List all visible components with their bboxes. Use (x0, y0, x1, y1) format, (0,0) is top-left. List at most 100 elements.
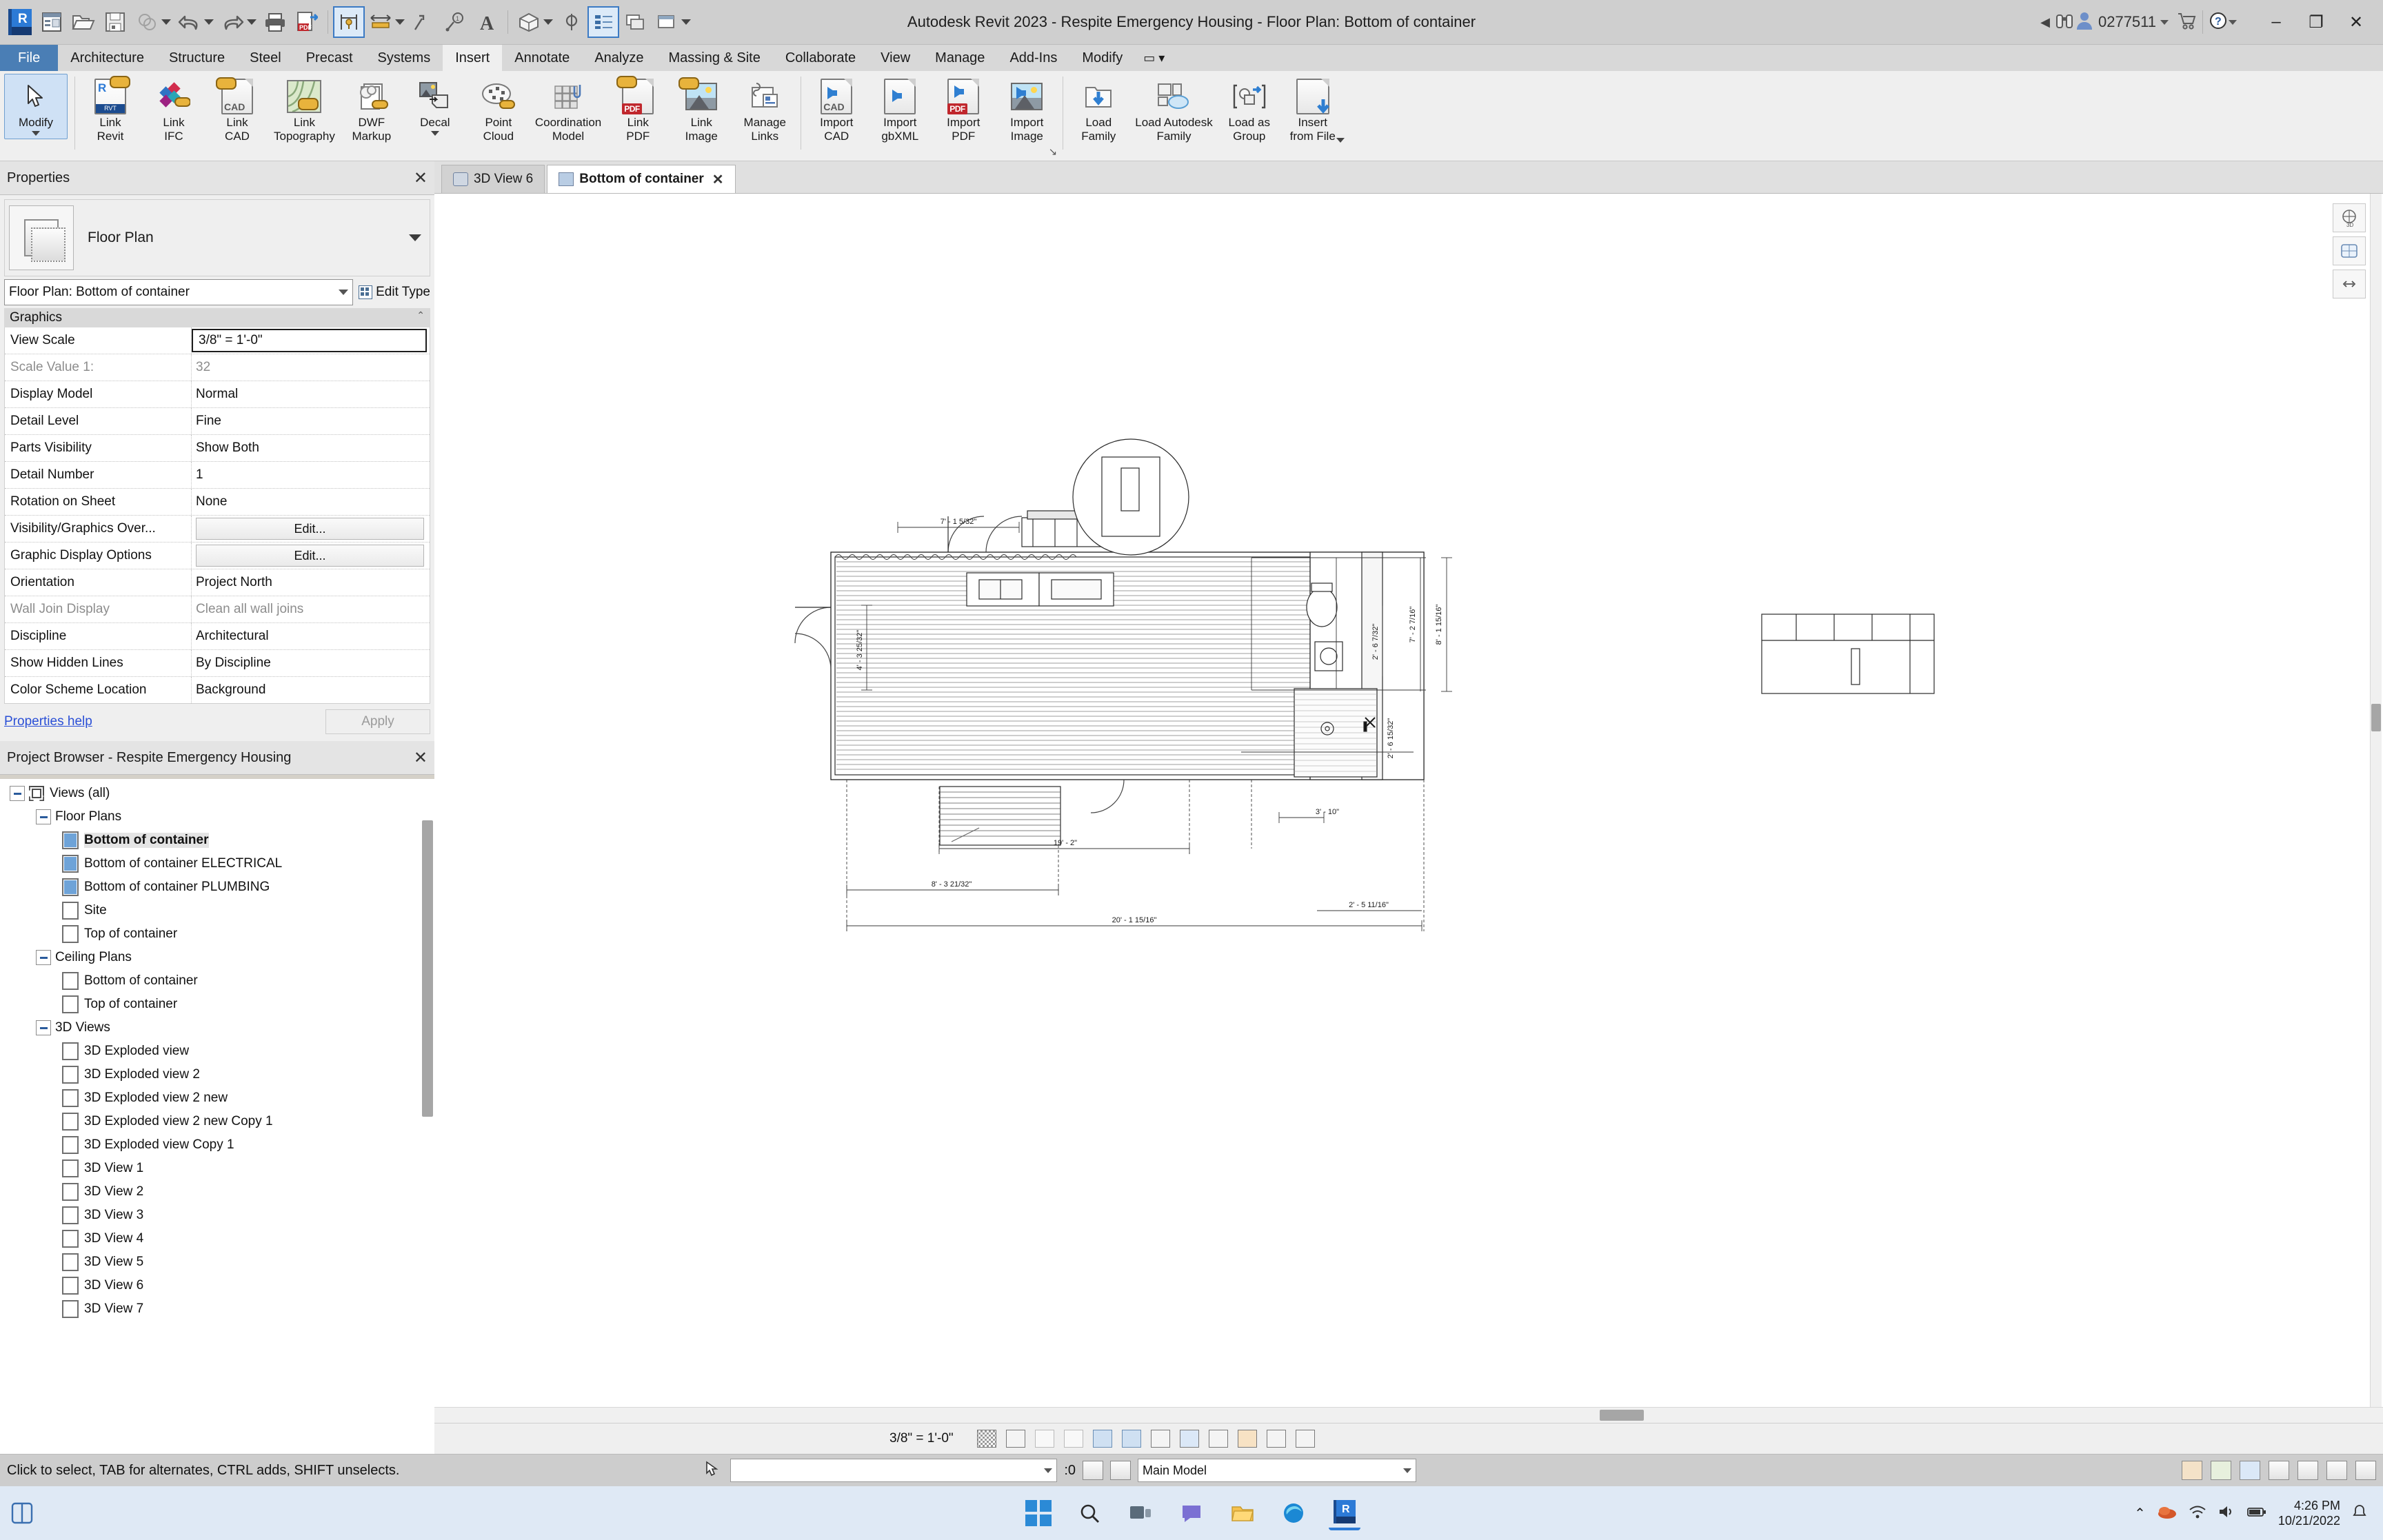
3d-dropdown-caret[interactable] (543, 19, 553, 25)
tab-analyze[interactable]: Analyze (582, 45, 656, 71)
section-icon[interactable] (556, 6, 587, 38)
analytical-model-icon[interactable] (1237, 1430, 1257, 1448)
tree-item[interactable]: 3D View 2 (0, 1180, 434, 1204)
tree-item[interactable]: 3D View 6 (0, 1274, 434, 1297)
property-row-parts-visibility[interactable]: Parts Visibility Show Both (5, 435, 430, 462)
edit-type-button[interactable]: Edit Type (359, 285, 430, 300)
load-family-button[interactable]: Load Family (1067, 74, 1130, 147)
tab-massing-site[interactable]: Massing & Site (656, 45, 772, 71)
gear-icon[interactable] (2297, 1461, 2318, 1480)
tab-structure[interactable]: Structure (157, 45, 237, 71)
property-value-detail-level[interactable]: Fine (192, 408, 430, 434)
export-pdf-icon[interactable]: PDF (291, 6, 323, 38)
filter-combo[interactable] (730, 1459, 1058, 1482)
property-row-graphic-display-options[interactable]: Graphic Display Options Edit... (5, 543, 430, 569)
property-row-discipline[interactable]: Discipline Architectural (5, 623, 430, 650)
import-group-dialog-launcher[interactable]: ↘ (1049, 145, 1058, 158)
property-value-view-scale[interactable]: 3/8" = 1'-0" (192, 329, 427, 352)
properties-close-icon[interactable]: ✕ (414, 168, 428, 188)
property-value-parts-visibility[interactable]: Show Both (192, 435, 430, 461)
save-icon[interactable] (99, 6, 131, 38)
load-autodesk-family-button[interactable]: Load Autodesk Family (1130, 74, 1217, 147)
tree-item[interactable]: 3D View 7 (0, 1297, 434, 1321)
tree-expander-icon[interactable] (10, 786, 25, 801)
type-preview-caret[interactable] (409, 234, 421, 241)
open-icon[interactable] (68, 6, 99, 38)
property-value-color-scheme-location[interactable]: Background (192, 677, 430, 703)
property-row-visibility-graphics[interactable]: Visibility/Graphics Over... Edit... (5, 516, 430, 543)
visibility-graphics-edit-button[interactable]: Edit... (196, 518, 424, 540)
modify-dropdown-caret[interactable] (32, 131, 40, 136)
tab-annotate[interactable]: Annotate (502, 45, 582, 71)
edge-browser-icon[interactable] (1278, 1497, 1309, 1529)
link-image-button[interactable]: Link Image (670, 74, 733, 147)
properties-help-link[interactable]: Properties help (4, 714, 92, 729)
user-dropdown-caret[interactable] (2160, 19, 2169, 25)
tree-item[interactable]: 3D View 4 (0, 1227, 434, 1250)
import-gbxml-button[interactable]: Import gbXML (868, 74, 932, 147)
print-icon[interactable] (259, 6, 291, 38)
file-explorer-icon[interactable] (1227, 1497, 1258, 1529)
tree-item[interactable]: Ceiling Plans (0, 946, 434, 969)
user-account-icon[interactable] (2075, 10, 2094, 34)
tree-item[interactable]: 3D Exploded view Copy 1 (0, 1133, 434, 1157)
viewcube-icon[interactable]: 3D (2333, 203, 2366, 232)
detail-level-icon[interactable] (976, 1430, 996, 1448)
constraints-icon[interactable] (1295, 1430, 1315, 1448)
sun-path-icon[interactable] (1034, 1430, 1054, 1448)
restore-button[interactable]: ❐ (2296, 0, 2336, 44)
scrollbar-thumb[interactable] (2371, 704, 2381, 731)
property-value-rotation-on-sheet[interactable]: None (192, 489, 430, 515)
filter-icon[interactable] (1083, 1461, 1103, 1480)
property-row-view-scale[interactable]: View Scale 3/8" = 1'-0" (5, 327, 430, 354)
tree-expander-icon[interactable] (36, 809, 51, 824)
import-cad-button[interactable]: CAD Import CAD (805, 74, 868, 147)
tree-expander-icon[interactable] (36, 950, 51, 965)
show-crop-region-icon[interactable] (1150, 1430, 1170, 1448)
crop-view-icon[interactable] (1121, 1430, 1141, 1448)
temporary-hide-isolate-icon[interactable] (1179, 1430, 1199, 1448)
text-icon[interactable]: A (471, 6, 503, 38)
tree-item[interactable]: 3D Exploded view 2 new Copy 1 (0, 1110, 434, 1133)
decal-button[interactable]: Decal (403, 74, 467, 139)
render-dialog-icon[interactable] (1092, 1430, 1112, 1448)
tree-item[interactable]: 3D Views (0, 1016, 434, 1040)
selection-icon[interactable] (1110, 1461, 1131, 1480)
tree-item[interactable]: Top of container (0, 993, 434, 1016)
tab-add-ins[interactable]: Add-Ins (997, 45, 1069, 71)
worksets-icon[interactable] (2326, 1461, 2347, 1480)
tree-item[interactable]: 3D View 3 (0, 1204, 434, 1227)
dimension-dropdown-caret[interactable] (395, 19, 405, 25)
tab-modify[interactable]: Modify (1069, 45, 1135, 71)
tree-item[interactable]: 3D Exploded view 2 (0, 1063, 434, 1086)
dwf-markup-button[interactable]: DWF Markup (340, 74, 403, 147)
aligned-dimension-icon[interactable] (365, 6, 396, 38)
link-cad-button[interactable]: CAD Link CAD (205, 74, 269, 147)
thin-lines-icon[interactable] (587, 6, 619, 38)
undo-icon[interactable] (174, 6, 205, 38)
tree-item[interactable]: Top of container (0, 922, 434, 946)
reveal-hidden-elements-icon[interactable] (1208, 1430, 1228, 1448)
tree-item[interactable]: 3D Exploded view (0, 1040, 434, 1063)
tab-insert[interactable]: Insert (443, 45, 503, 71)
import-pdf-button[interactable]: PDF Import PDF (932, 74, 995, 147)
zoom-region-icon[interactable] (2333, 270, 2366, 298)
tab-manage[interactable]: Manage (923, 45, 997, 71)
import-image-button[interactable]: Import Image (995, 74, 1058, 147)
canvas-horizontal-scrollbar[interactable] (434, 1407, 2383, 1423)
exclude-options-icon[interactable] (2211, 1461, 2231, 1480)
property-row-detail-level[interactable]: Detail Level Fine (5, 408, 430, 435)
insert-from-file-button[interactable]: Insert from File (1281, 74, 1345, 147)
property-value-display-model[interactable]: Normal (192, 381, 430, 407)
measure-pin-icon[interactable] (333, 6, 365, 38)
tree-item[interactable]: Bottom of container ELECTRICAL (0, 852, 434, 875)
tag-icon[interactable] (408, 6, 439, 38)
visual-style-icon[interactable] (1005, 1430, 1025, 1448)
minimize-button[interactable]: – (2256, 0, 2296, 44)
property-value-discipline[interactable]: Architectural (192, 623, 430, 649)
help-dropdown-caret[interactable] (2229, 19, 2237, 25)
collapse-caret-icon[interactable]: ◀ (2040, 15, 2050, 30)
close-button[interactable]: ✕ (2336, 0, 2376, 44)
new-project-icon[interactable] (36, 6, 68, 38)
tree-item[interactable]: Bottom of container PLUMBING (0, 875, 434, 899)
